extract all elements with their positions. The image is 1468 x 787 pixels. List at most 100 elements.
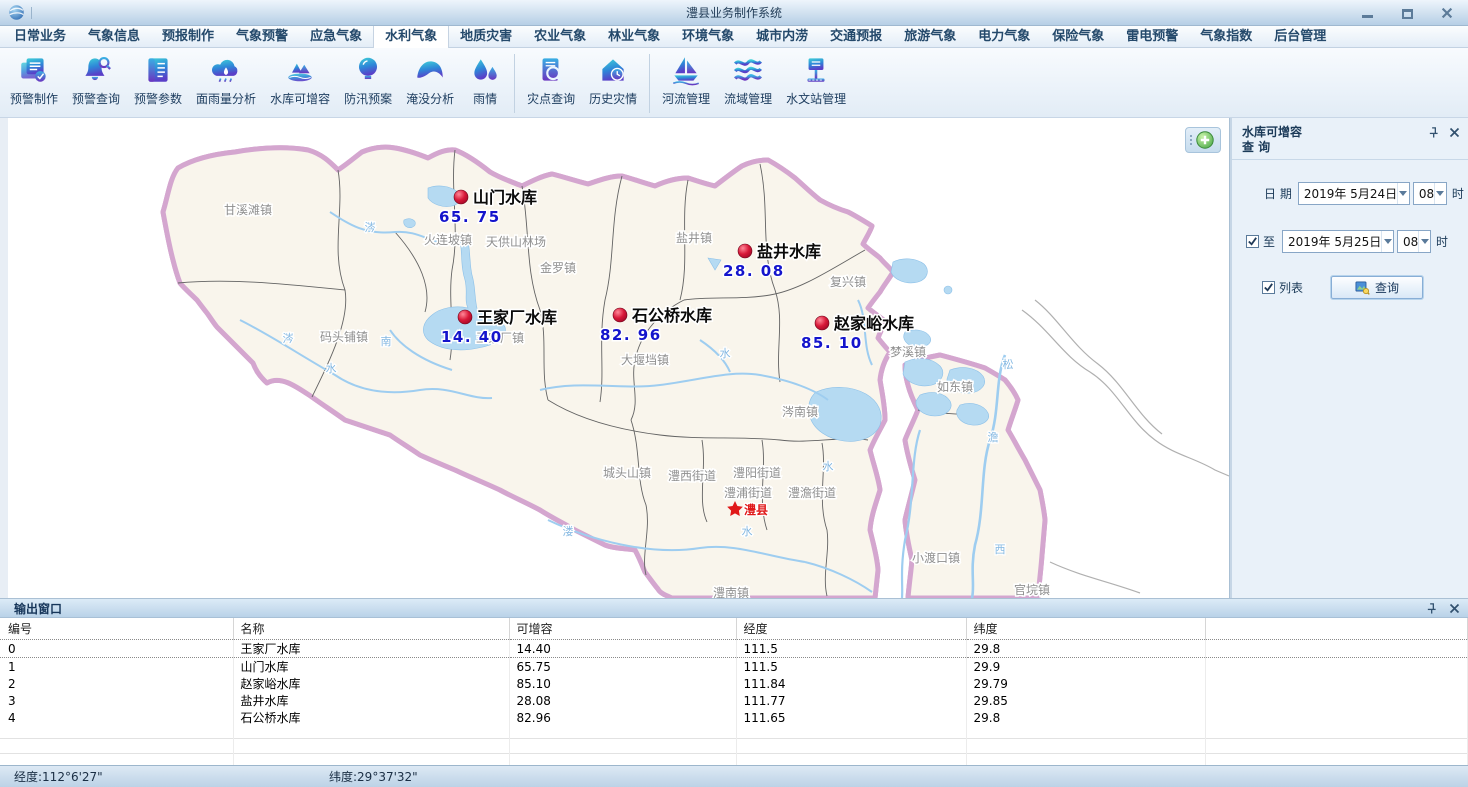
map-town-label: 官垸镇 [1014, 582, 1050, 597]
svg-text:水: 水 [720, 347, 731, 360]
from-hour-combobox[interactable]: 08 [1413, 182, 1447, 205]
bulb-icon [351, 53, 385, 87]
bell-search-icon [79, 53, 113, 87]
output-panel: 输出窗口 编号 名称 可增容 经度 纬度 [0, 598, 1468, 765]
to-date-checkbox[interactable] [1246, 235, 1259, 248]
map-canvas[interactable]: 涔 南 涔 水 水 水 溇 水 松 澹 西 甘溪滩镇 火连坡镇 天供山林场 金罗… [8, 118, 1229, 598]
map-town-label: 金罗镇 [540, 260, 576, 275]
col-header-latitude[interactable]: 纬度 [966, 618, 1205, 640]
svg-text:山门水库: 山门水库 [473, 188, 537, 207]
output-panel-title: 输出窗口 [14, 600, 62, 617]
table-row[interactable]: 3盐井水库 28.08111.77 29.85 [0, 692, 1468, 709]
to-label: 至 [1263, 233, 1275, 250]
doc-params-icon [141, 53, 175, 87]
col-header-longitude[interactable]: 经度 [736, 618, 966, 640]
hydro-station-icon [799, 53, 833, 87]
county-map: 涔 南 涔 水 水 水 溇 水 松 澹 西 甘溪滩镇 火连坡镇 天供山林场 金罗… [8, 118, 1229, 598]
doc-search-icon [534, 53, 568, 87]
toolbar-warning-make-button[interactable]: 预警制作 [3, 50, 65, 117]
maximize-button[interactable] [1400, 7, 1414, 19]
map-town-label: 澧阳街道 [733, 466, 781, 480]
col-header-empty [1205, 618, 1468, 640]
svg-text:王家厂水库: 王家厂水库 [477, 308, 557, 327]
svg-text:82. 96: 82. 96 [600, 326, 662, 344]
map-town-label: 澧浦街道 [724, 486, 772, 500]
sailboat-icon [669, 53, 703, 87]
toolbar-basin-manage-button[interactable]: 流域管理 [717, 50, 779, 117]
hour-unit-label: 时 [1436, 233, 1448, 250]
query-button[interactable]: 查询 [1331, 276, 1423, 299]
toolbar-disaster-query-button[interactable]: 灾点查询 [520, 50, 582, 117]
map-town-label: 盐井镇 [676, 231, 712, 245]
toolbar-rain-condition-button[interactable]: 雨情 [461, 50, 509, 117]
toolbar-river-manage-button[interactable]: 河流管理 [655, 50, 717, 117]
query-map-icon [1355, 281, 1370, 295]
drag-grip-icon [1190, 135, 1192, 145]
svg-text:65. 75: 65. 75 [439, 208, 501, 226]
svg-text:涔: 涔 [283, 331, 294, 345]
toolbar-warning-params-button[interactable]: 预警参数 [127, 50, 189, 117]
svg-text:盐井水库: 盐井水库 [757, 242, 821, 261]
toolbar-reservoir-capacity-button[interactable]: 水库可增容 [263, 50, 337, 117]
svg-text:水: 水 [742, 525, 753, 538]
table-row[interactable]: 0王家厂水库 14.40111.5 29.8 [0, 640, 1468, 658]
map-town-label: 甘溪滩镇 [224, 203, 272, 217]
close-button[interactable] [1440, 7, 1454, 19]
chevron-down-icon [1381, 231, 1393, 252]
toolbar-areal-rain-button[interactable]: 面雨量分析 [189, 50, 263, 117]
map-town-label: 城头山镇 [603, 466, 651, 480]
status-longitude: 经度:112°6'27" [14, 768, 329, 785]
pin-icon[interactable] [1428, 126, 1439, 139]
reservoir-query-panel: 水库可增容 查 询 日 期 2019年 5月24日 08 时 [1232, 118, 1468, 598]
chevron-down-icon [1397, 183, 1409, 204]
svg-text:松: 松 [1003, 357, 1014, 371]
svg-text:赵家峪水库: 赵家峪水库 [833, 314, 914, 333]
svg-text:水: 水 [326, 362, 337, 375]
list-checkbox[interactable] [1262, 281, 1275, 294]
svg-text:石公桥水库: 石公桥水库 [631, 306, 712, 325]
panel-title: 水库可增容 查 询 [1232, 118, 1468, 160]
toolbar-hydro-station-button[interactable]: 水文站管理 [779, 50, 853, 117]
svg-text:85. 10: 85. 10 [801, 334, 863, 352]
zoom-in-icon[interactable] [1195, 130, 1215, 150]
table-row[interactable]: 4石公桥水库 82.96111.65 29.8 [0, 709, 1468, 726]
table-row[interactable]: 2赵家峪水库 85.10111.84 29.79 [0, 675, 1468, 692]
check-icon [1247, 236, 1258, 247]
close-panel-icon[interactable] [1449, 603, 1460, 614]
map-zoom-control[interactable] [1185, 127, 1221, 153]
toolbar-flood-plan-button[interactable]: 防汛预案 [337, 50, 399, 117]
svg-text:西: 西 [995, 543, 1006, 556]
check-icon [1263, 282, 1274, 293]
cloud-rain-icon [209, 53, 243, 87]
toolbar-disaster-history-button[interactable]: 历史灾情 [582, 50, 644, 117]
pin-icon[interactable] [1426, 602, 1437, 615]
map-town-label: 火连坡镇 [424, 232, 472, 247]
map-town-label: 澧澹街道 [788, 486, 836, 500]
chevron-down-icon [1434, 183, 1446, 204]
svg-text:澹: 澹 [988, 431, 999, 444]
svg-text:澧县: 澧县 [744, 502, 768, 517]
svg-text:14. 40: 14. 40 [441, 328, 503, 346]
svg-text:涔: 涔 [365, 220, 376, 234]
toolbar-warning-query-button[interactable]: 预警查询 [65, 50, 127, 117]
title-bar: 澧县业务制作系统 [0, 0, 1468, 26]
table-empty-row [0, 738, 1468, 753]
map-town-label: 小渡口镇 [912, 550, 960, 565]
status-bar: 经度:112°6'27" 纬度:29°37'32" [0, 765, 1468, 787]
map-town-label: 天供山林场 [486, 235, 546, 249]
close-panel-icon[interactable] [1449, 127, 1460, 138]
col-header-capacity[interactable]: 可增容 [509, 618, 736, 640]
col-header-name[interactable]: 名称 [233, 618, 509, 640]
reservoir-icon [283, 53, 317, 87]
from-date-combobox[interactable]: 2019年 5月24日 [1298, 182, 1410, 205]
map-town-label: 大堰垱镇 [621, 353, 669, 367]
table-row[interactable]: 1山门水库 65.75111.5 29.9 [0, 658, 1468, 676]
hour-unit-label: 时 [1452, 185, 1464, 202]
map-town-label: 码头铺镇 [320, 330, 368, 344]
to-date-combobox[interactable]: 2019年 5月25日 [1282, 230, 1394, 253]
col-header-id[interactable]: 编号 [0, 618, 233, 640]
to-hour-combobox[interactable]: 08 [1397, 230, 1431, 253]
toolbar-inundation-button[interactable]: 淹没分析 [399, 50, 461, 117]
warning-docs-icon [17, 53, 51, 87]
minimize-button[interactable] [1360, 7, 1374, 19]
